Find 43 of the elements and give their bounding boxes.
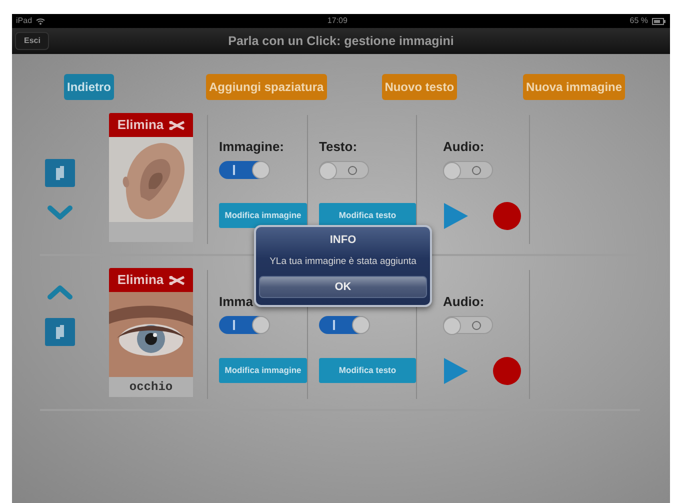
edit-button[interactable]: Modifica immagine [219,358,307,383]
copy-button[interactable] [45,318,75,346]
toggle-label: Imma [219,294,254,310]
exit-button[interactable]: Esci [15,32,50,50]
play-icon[interactable] [443,202,469,230]
record-icon[interactable] [493,202,521,230]
delete-button[interactable]: Elimina [109,113,193,137]
device-name: iPad [16,15,32,27]
play-icon[interactable] [443,357,469,385]
chevron-down-icon[interactable] [47,205,73,221]
toggle-switch[interactable] [319,316,369,334]
status-time: 17:09 [327,15,348,27]
image-caption: occhio [109,377,193,397]
edit-button[interactable]: Modifica immagine [219,203,307,228]
window-title: Parla con un Click: gestione immagini [227,32,455,50]
toolbar-button[interactable]: Aggiungi spaziatura [206,74,327,100]
copy-button[interactable] [45,159,75,187]
scissors-icon [168,120,185,130]
wifi-icon [36,18,46,24]
toolbar-button[interactable]: Nuovo testo [382,74,458,100]
toggle-switch[interactable] [443,161,493,179]
copy-icon [55,324,65,340]
battery-icon [652,18,666,24]
toggle-label: Audio: [443,294,486,310]
toggle-label: Audio: [443,139,486,155]
battery-level: 65 % [630,15,648,27]
toggle-switch[interactable] [219,161,269,179]
dialog-title: INFO [330,233,356,248]
toggle-label: Testo: [319,139,358,155]
toggle-switch[interactable] [219,316,269,334]
chevron-up-icon[interactable] [47,284,73,300]
dialog-message: YLa tua immagine è stata aggiunta [270,254,416,268]
delete-button[interactable]: Elimina [109,268,193,292]
toolbar-button[interactable]: Indietro [64,74,114,100]
toggle-switch[interactable] [443,316,493,334]
toggle-switch[interactable] [319,161,369,179]
scissors-icon [168,276,185,284]
copy-icon [55,165,65,181]
toggle-label: Immagine: [219,139,286,155]
ok-button[interactable]: OK [259,276,427,298]
record-icon[interactable] [493,357,521,385]
toolbar-button[interactable]: Nuova immagine [523,74,626,100]
edit-button[interactable]: Modifica testo [319,358,416,383]
